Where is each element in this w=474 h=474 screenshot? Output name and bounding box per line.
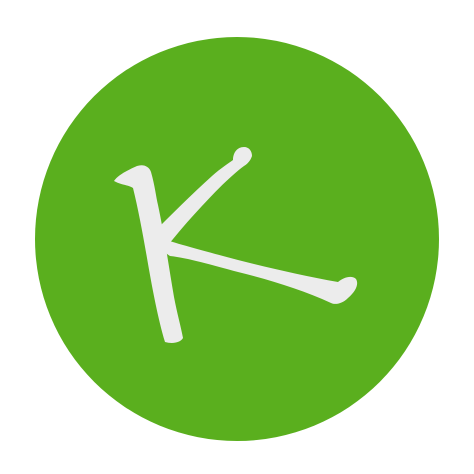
app-icon (0, 0, 474, 474)
k-letter-logo-icon (35, 37, 439, 441)
logo-badge-circle (35, 37, 439, 441)
